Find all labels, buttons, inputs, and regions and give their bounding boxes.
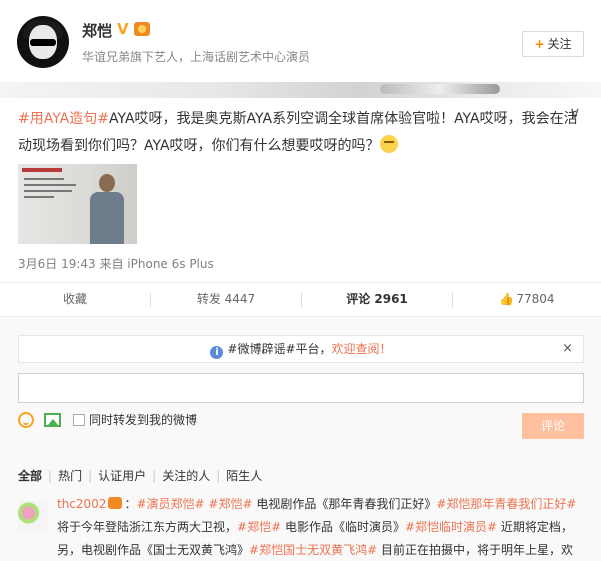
profile-name[interactable]: 郑恺 bbox=[82, 20, 112, 41]
comment-text: 电影作品《临时演员》 bbox=[281, 520, 405, 534]
comment-section: i #微博辟谣#平台，欢迎查阅！ × 同时转发到我的微博 评论 全部 | 热门 | 认证用… bbox=[0, 316, 601, 561]
divider: | bbox=[88, 469, 93, 483]
post-text: #用AYA造句#AYA哎呀，我是奥克斯AYA系列空调全球首席体验官啦！AYA哎呀… bbox=[18, 106, 578, 160]
tab-following[interactable]: 关注的人 bbox=[162, 467, 210, 484]
thinking-emoji-icon bbox=[379, 135, 398, 153]
comment-punct: ： bbox=[124, 497, 137, 511]
post-meta[interactable]: 3月6日 19:43 来自 iPhone 6s Plus bbox=[18, 255, 214, 272]
follow-button[interactable]: + 关注 bbox=[522, 31, 584, 57]
profile-header: 郑恺 V 华谊兄弟旗下艺人，上海话剧艺术中心演员 + 关注 bbox=[0, 0, 601, 82]
divider: | bbox=[48, 469, 53, 483]
tab-strangers[interactable]: 陌生人 bbox=[226, 467, 262, 484]
comment-filter-tabs: 全部 | 热门 | 认证用户 | 关注的人 | 陌生人 bbox=[18, 467, 262, 484]
tab-hot[interactable]: 热门 bbox=[58, 467, 82, 484]
image-text-line bbox=[24, 190, 72, 192]
image-text-line bbox=[24, 178, 64, 180]
person-figure bbox=[90, 174, 124, 244]
comment-hashtag[interactable]: #郑恺那年青春我们正好# bbox=[436, 497, 576, 511]
favorite-button[interactable]: 收藏 bbox=[0, 283, 150, 317]
verification-text: 华谊兄弟旗下艺人，上海话剧艺术中心演员 bbox=[82, 50, 311, 64]
image-text-line bbox=[24, 184, 76, 186]
commenter-avatar[interactable] bbox=[18, 501, 48, 531]
rumor-notice: i #微博辟谣#平台，欢迎查阅！ × bbox=[18, 335, 584, 363]
banner-decoration bbox=[380, 84, 500, 94]
follow-label: 关注 bbox=[547, 37, 572, 51]
post-hashtag[interactable]: #用AYA造句# bbox=[18, 111, 109, 127]
close-icon[interactable]: × bbox=[562, 336, 573, 362]
verified-v-icon: V bbox=[117, 20, 129, 38]
emoji-icon[interactable] bbox=[18, 412, 34, 428]
info-icon: i bbox=[210, 346, 224, 359]
person-head bbox=[99, 174, 115, 192]
image-text-line bbox=[24, 196, 54, 198]
comment-hashtag[interactable]: #郑恺# bbox=[208, 497, 252, 511]
comment-item: thc2002 ：#演员郑恺# #郑恺# 电视剧作品《那年青春我们正好》#郑恺那年… bbox=[57, 493, 584, 561]
comment-button[interactable]: 评论 2961 bbox=[302, 283, 452, 317]
medal-icon bbox=[108, 497, 123, 509]
notice-link[interactable]: 欢迎查阅！ bbox=[332, 342, 392, 356]
comment-hashtag[interactable]: #演员郑恺# bbox=[136, 497, 204, 511]
person-suit bbox=[90, 192, 124, 244]
repost-checkbox[interactable] bbox=[73, 414, 85, 426]
like-count: 77804 bbox=[516, 292, 555, 306]
plus-icon: + bbox=[534, 37, 545, 51]
comment-input[interactable] bbox=[18, 373, 584, 403]
tab-all[interactable]: 全部 bbox=[18, 467, 42, 484]
tab-verified[interactable]: 认证用户 bbox=[98, 467, 146, 484]
divider: | bbox=[216, 469, 221, 483]
comment-text: 将于今年登陆浙江东方两大卫视， bbox=[57, 520, 238, 534]
repost-checkbox-label[interactable]: 同时转发到我的微博 bbox=[89, 412, 197, 428]
image-icon[interactable] bbox=[44, 413, 61, 427]
repost-button[interactable]: 转发 4447 bbox=[151, 283, 301, 317]
cover-banner bbox=[0, 82, 601, 98]
like-button[interactable]: 👍 77804 bbox=[453, 283, 601, 317]
thumbs-up-icon: 👍 bbox=[499, 292, 515, 306]
comment-text: 电视剧作品《那年青春我们正好》 bbox=[252, 497, 437, 511]
commenter-name[interactable]: thc2002 bbox=[57, 497, 106, 511]
avatar-glasses bbox=[30, 39, 56, 46]
medal-icon bbox=[134, 22, 150, 36]
comment-hashtag[interactable]: #郑恺国士无双黄飞鸿# bbox=[249, 543, 377, 557]
action-bar: 收藏 转发 4447 评论 2961 👍 77804 bbox=[0, 282, 601, 316]
post-image[interactable] bbox=[18, 164, 137, 244]
notice-text: #微博辟谣#平台， bbox=[227, 342, 332, 356]
comment-hashtag[interactable]: #郑恺# bbox=[237, 520, 281, 534]
divider: | bbox=[152, 469, 157, 483]
avatar[interactable] bbox=[17, 16, 69, 68]
brand-logo bbox=[22, 168, 62, 172]
submit-comment-button[interactable]: 评论 bbox=[522, 413, 584, 439]
comment-hashtag[interactable]: #郑恺临时演员# bbox=[405, 520, 497, 534]
